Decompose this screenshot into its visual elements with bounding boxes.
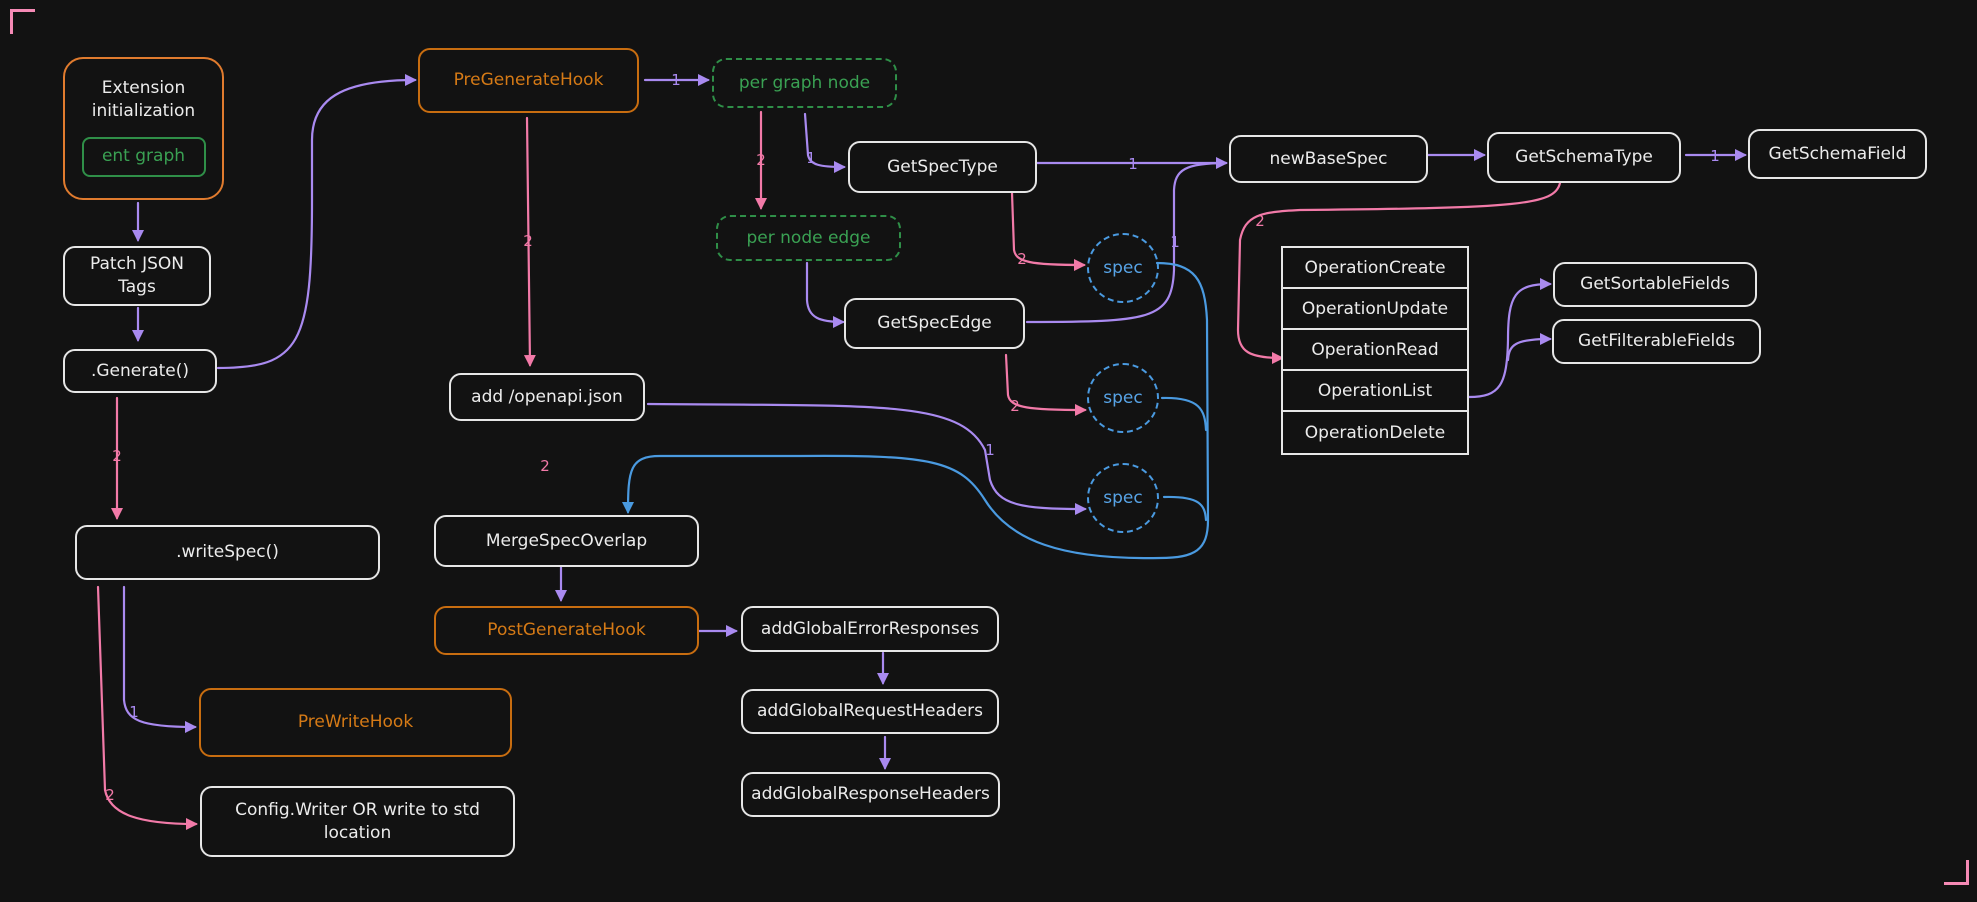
ent-graph-node[interactable]: ent graph (81, 136, 206, 177)
operation-update-row[interactable]: OperationUpdate (1283, 289, 1467, 330)
per-graph-node-group: per graph node (712, 58, 897, 108)
write-spec-node[interactable]: .writeSpec() (75, 525, 380, 580)
edge-label-writespec-config: 2 (105, 786, 115, 804)
get-schema-field-label: GetSchemaField (1768, 143, 1907, 164)
spec-node-3[interactable]: spec (1087, 463, 1159, 533)
per-node-edge-label: per node edge (746, 227, 871, 248)
extension-init-label: Extension initialization (91, 78, 196, 121)
get-schema-field-node[interactable]: GetSchemaField (1748, 129, 1927, 179)
add-openapi-json-label: add /openapi.json (471, 386, 623, 407)
operation-create-label: OperationCreate (1304, 257, 1446, 278)
add-global-error-responses-node[interactable]: addGlobalErrorResponses (741, 606, 999, 652)
diagram-edges: 1 2 2 1 1 1 2 2 1 2 2 1 2 1 2 (96, 71, 1747, 830)
get-schema-type-label: GetSchemaType (1515, 147, 1653, 168)
spec-2-label: spec (1103, 387, 1143, 408)
edge-generate-to-pregenerate (216, 74, 417, 370)
add-global-error-responses-label: addGlobalErrorResponses (760, 618, 980, 639)
config-writer-node[interactable]: Config.Writer OR write to std location (200, 786, 515, 857)
operation-delete-label: OperationDelete (1304, 422, 1446, 443)
edge-label-schematype-opread: 2 (1255, 212, 1265, 230)
operations-table: OperationCreate OperationUpdate Operatio… (1281, 246, 1469, 455)
per-graph-node-label: per graph node (738, 72, 871, 93)
edge-label-getspecedge-spec: 2 (1010, 397, 1020, 415)
post-generate-hook-node[interactable]: PostGenerateHook (434, 606, 699, 655)
add-global-request-headers-node[interactable]: addGlobalRequestHeaders (741, 689, 999, 734)
get-spec-type-node[interactable]: GetSpecType (848, 141, 1037, 193)
operation-create-row[interactable]: OperationCreate (1283, 248, 1467, 289)
per-node-edge-group: per node edge (716, 215, 901, 261)
pre-generate-hook-node[interactable]: PreGenerateHook (418, 48, 639, 113)
get-sortable-fields-node[interactable]: GetSortableFields (1553, 262, 1757, 307)
post-generate-hook-label: PostGenerateHook (487, 620, 646, 641)
edge-label-addopenapi-merge: 2 (540, 457, 550, 475)
get-sortable-fields-label: GetSortableFields (1580, 274, 1730, 295)
edge-pernodeedge-to-getspecedge (805, 261, 845, 328)
corner-marker-bottom-right (1944, 860, 1969, 885)
new-base-spec-label: newBaseSpec (1269, 148, 1388, 169)
spec-node-2[interactable]: spec (1087, 363, 1159, 433)
edge-label-addopenapi-spec: 1 (985, 441, 995, 459)
merge-spec-overlap-label: MergeSpecOverlap (485, 530, 648, 551)
spec-node-1[interactable]: spec (1087, 233, 1159, 303)
edge-label-getspectype-spec: 2 (1017, 250, 1027, 268)
operation-read-label: OperationRead (1311, 339, 1439, 360)
get-spec-edge-label: GetSpecEdge (877, 313, 992, 334)
add-global-request-headers-label: addGlobalRequestHeaders (756, 701, 984, 722)
operation-update-label: OperationUpdate (1301, 298, 1449, 319)
edge-label-schematype-schemafield: 1 (1710, 147, 1720, 165)
add-global-response-headers-node[interactable]: addGlobalResponseHeaders (741, 772, 1000, 817)
write-spec-label: .writeSpec() (176, 542, 279, 563)
generate-label: .Generate() (90, 360, 190, 381)
edge-label-generate-writespec: 2 (112, 447, 122, 465)
get-filterable-fields-node[interactable]: GetFilterableFields (1552, 319, 1761, 364)
edge-label-getspecedge-newbase: 1 (1170, 233, 1180, 251)
generate-node[interactable]: .Generate() (63, 349, 217, 393)
edge-label-pregen-addopenapi: 2 (523, 232, 533, 250)
patch-json-tags-node[interactable]: Patch JSON Tags (63, 246, 211, 306)
ent-graph-label: ent graph (101, 146, 186, 167)
get-spec-type-label: GetSpecType (887, 156, 998, 177)
edge-spec3-to-merge (1162, 495, 1208, 522)
new-base-spec-node[interactable]: newBaseSpec (1229, 135, 1428, 183)
edge-spec2-to-merge (1160, 396, 1208, 432)
edge-label-pergraph-getspectype: 1 (806, 149, 816, 167)
edge-label-writespec-prewrite: 1 (129, 703, 139, 721)
get-spec-edge-node[interactable]: GetSpecEdge (844, 298, 1025, 349)
add-openapi-json-node[interactable]: add /openapi.json (449, 373, 645, 421)
extension-init-node: Extension initialization ent graph (63, 57, 224, 200)
patch-json-tags-label: Patch JSON Tags (90, 254, 184, 297)
pre-generate-hook-label: PreGenerateHook (453, 70, 604, 91)
edge-operationlist-to-sortablefields (1467, 278, 1552, 399)
corner-marker-top-left (10, 9, 35, 34)
spec-1-label: spec (1103, 257, 1143, 278)
operation-list-label: OperationList (1317, 380, 1433, 401)
edge-label-pregen-pergraph: 1 (671, 71, 681, 89)
get-filterable-fields-label: GetFilterableFields (1578, 331, 1735, 352)
pre-write-hook-node[interactable]: PreWriteHook (199, 688, 512, 757)
spec-3-label: spec (1103, 487, 1143, 508)
add-global-response-headers-label: addGlobalResponseHeaders (751, 784, 990, 805)
edge-label-getspectype-newbase: 1 (1128, 155, 1138, 173)
operation-delete-row[interactable]: OperationDelete (1283, 412, 1467, 453)
config-writer-label: Config.Writer OR write to std location (235, 799, 480, 843)
merge-spec-overlap-node[interactable]: MergeSpecOverlap (434, 515, 699, 567)
pre-write-hook-label: PreWriteHook (297, 712, 414, 733)
edge-operationlist-to-filterablefields (1506, 333, 1552, 362)
edge-label-pergraph-pernodeedge: 2 (756, 151, 766, 169)
get-schema-type-node[interactable]: GetSchemaType (1487, 132, 1681, 183)
operation-list-row[interactable]: OperationList (1283, 371, 1467, 412)
operation-read-row[interactable]: OperationRead (1283, 330, 1467, 371)
